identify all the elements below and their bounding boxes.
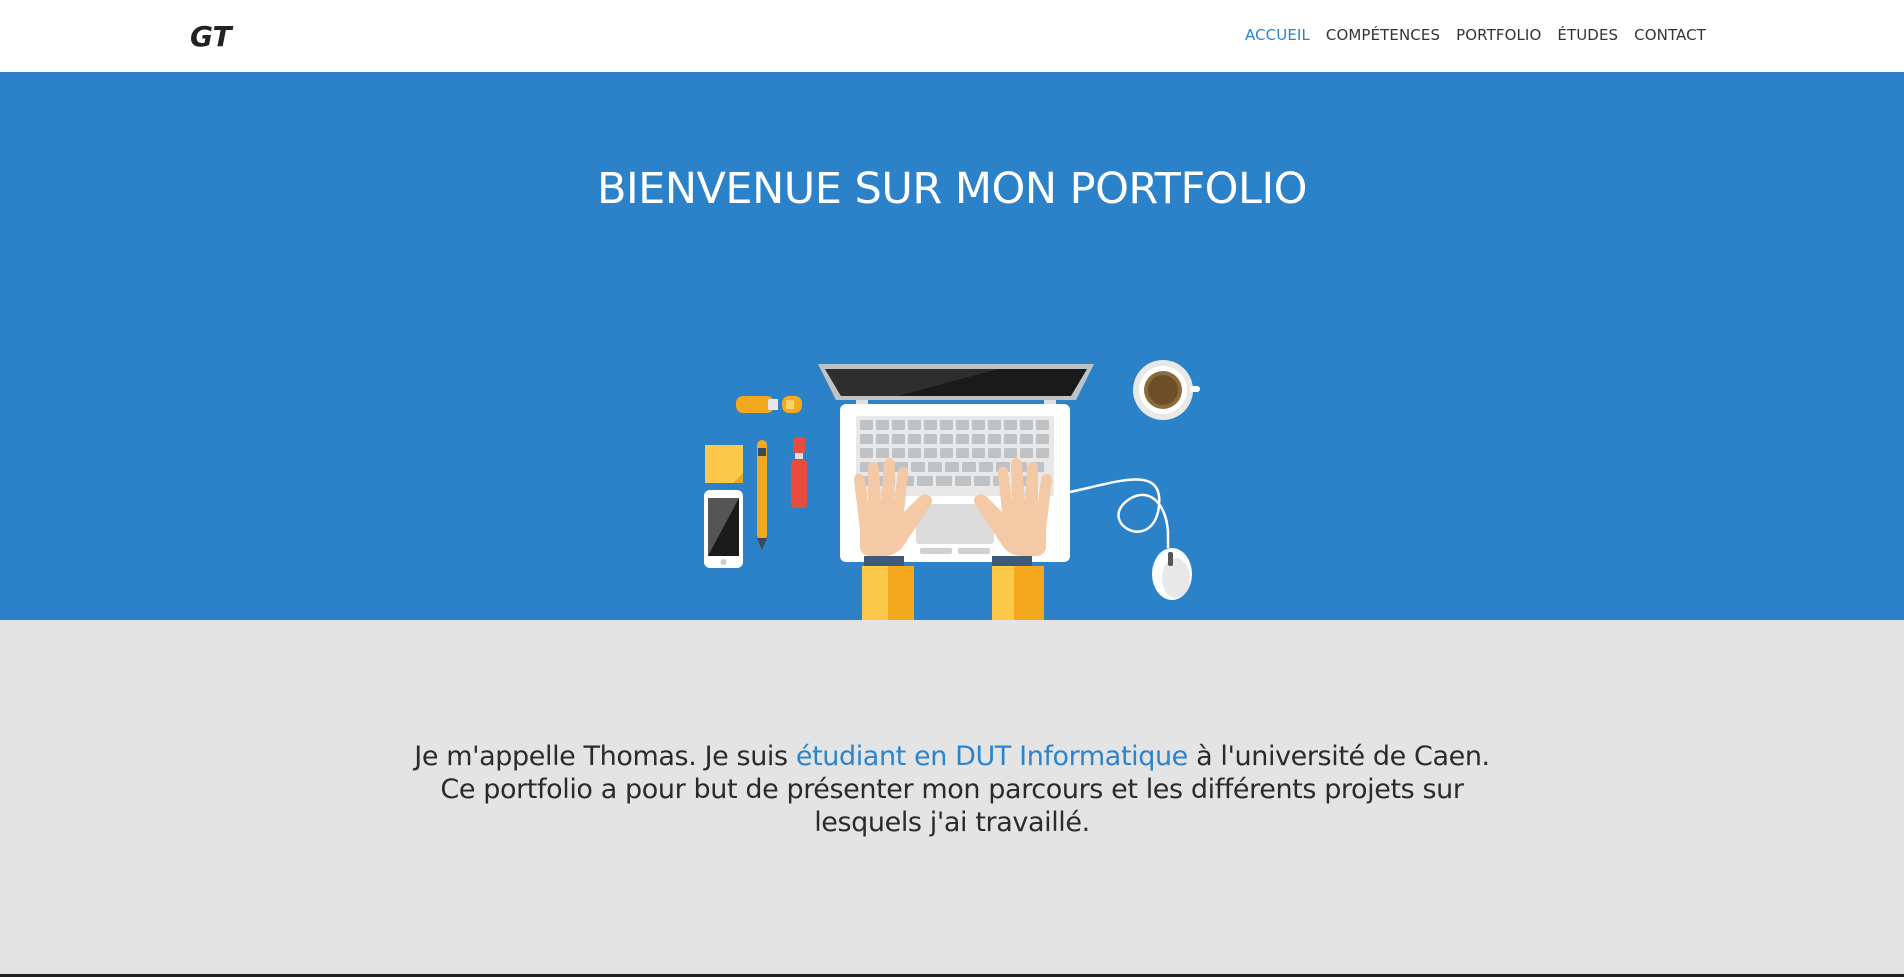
hero-title: BIENVENUE SUR MON PORTFOLIO (596, 164, 1308, 214)
keyboard-key (911, 462, 925, 472)
nav-link-contact[interactable]: CONTACT (1634, 26, 1706, 44)
keyboard-key (1004, 434, 1017, 444)
keyboard-key (924, 420, 937, 430)
mouse-icon (1069, 478, 1192, 600)
keyboard-key (1020, 420, 1033, 430)
keyboard-key (972, 448, 985, 458)
keyboard-key (972, 420, 985, 430)
keyboard-key (860, 434, 873, 444)
keyboard-key (956, 448, 969, 458)
keyboard-key (876, 448, 889, 458)
smartphone-icon (704, 490, 743, 568)
keyboard-key (892, 420, 905, 430)
keyboard-key (956, 420, 969, 430)
about-section: Je m'appelle Thomas. Je suis étudiant en… (0, 620, 1904, 975)
keyboard-key (988, 434, 1001, 444)
about-text-before: Je m'appelle Thomas. Je suis (414, 741, 796, 772)
laptop-icon (818, 364, 1094, 562)
keyboard-key (860, 448, 873, 458)
keyboard-key (940, 434, 953, 444)
keyboard-key (1020, 434, 1033, 444)
keyboard-key (940, 448, 953, 458)
keyboard-key (876, 420, 889, 430)
keyboard-key (924, 448, 937, 458)
keyboard-key (924, 434, 937, 444)
about-text: Je m'appelle Thomas. Je suis étudiant en… (400, 740, 1504, 839)
keyboard-key (1036, 420, 1049, 430)
keyboard-key (892, 448, 905, 458)
keyboard-key (1020, 448, 1033, 458)
keyboard-key (1036, 448, 1049, 458)
keyboard-key (908, 448, 921, 458)
keyboard-key (860, 420, 873, 430)
keyboard-key (988, 448, 1001, 458)
keyboard-key (988, 420, 1001, 430)
navbar: GT ACCUEIL COMPÉTENCES PORTFOLIO ÉTUDES … (0, 0, 1904, 72)
keyboard-key (917, 476, 933, 486)
keyboard-key (928, 462, 942, 472)
logo-text: GT (190, 20, 233, 52)
nav-link-accueil[interactable]: ACCUEIL (1245, 26, 1310, 44)
keyboard-key (956, 434, 969, 444)
keyboard-key (1004, 420, 1017, 430)
keyboard-key (940, 420, 953, 430)
keyboard-key (936, 476, 952, 486)
highlighter-icon (791, 437, 807, 508)
keyboard-key (979, 462, 993, 472)
keyboard-key (908, 420, 921, 430)
nav-link-competences[interactable]: COMPÉTENCES (1326, 26, 1440, 44)
nav-link-portfolio[interactable]: PORTFOLIO (1456, 26, 1541, 44)
sticky-note-icon (705, 445, 743, 483)
desk-illustration (704, 360, 1200, 620)
keyboard-key (974, 476, 990, 486)
usb-stick-icon (736, 396, 802, 413)
keyboard-key (955, 476, 971, 486)
keyboard-key (962, 462, 976, 472)
keyboard-key (972, 434, 985, 444)
keyboard-key (1004, 448, 1017, 458)
nav-link-etudes[interactable]: ÉTUDES (1557, 26, 1618, 44)
keyboard-key (876, 434, 889, 444)
about-highlight-link[interactable]: étudiant en DUT Informatique (796, 741, 1188, 772)
pen-icon (757, 440, 767, 550)
logo-gt[interactable]: GT (188, 20, 240, 52)
keyboard-key (945, 462, 959, 472)
keyboard-key (892, 434, 905, 444)
keyboard-key (1036, 434, 1049, 444)
coffee-cup-icon (1133, 360, 1200, 420)
keyboard-key (908, 434, 921, 444)
main-nav: ACCUEIL COMPÉTENCES PORTFOLIO ÉTUDES CON… (1245, 26, 1706, 44)
hero-section: BIENVENUE SUR MON PORTFOLIO (0, 72, 1904, 620)
